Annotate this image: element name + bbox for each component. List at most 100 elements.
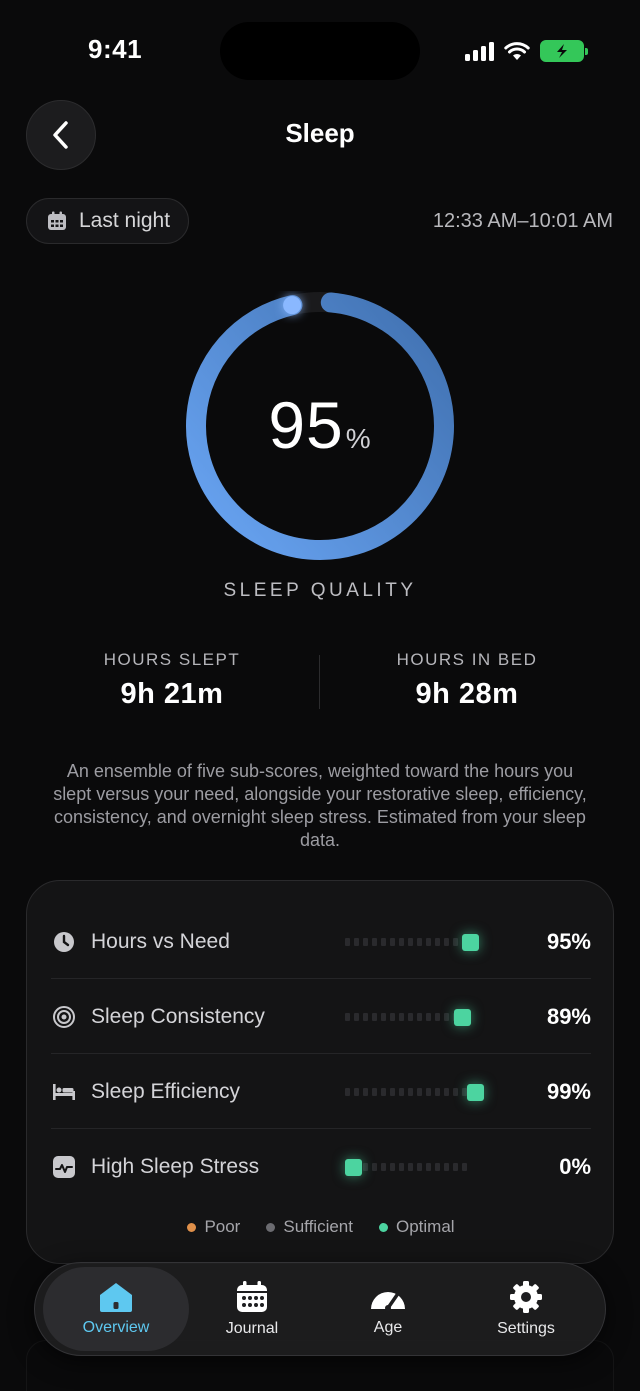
stat-value: 9h 28m — [415, 678, 519, 710]
ring-end-knob — [283, 296, 302, 315]
metric-track — [345, 1083, 485, 1101]
tab-label: Age — [373, 1319, 403, 1336]
track-segment — [444, 1087, 449, 1096]
tab-journal[interactable]: Journal — [179, 1267, 325, 1351]
metric-row-hours-vs-need[interactable]: Hours vs Need 95% — [51, 905, 591, 979]
track-segment — [354, 937, 359, 946]
dynamic-island — [220, 22, 420, 80]
legend-item-optimal: Optimal — [378, 1217, 455, 1237]
track-segment — [453, 1163, 458, 1171]
page-title: Sleep — [285, 118, 355, 148]
metric-row-sleep-efficiency[interactable]: Sleep Efficiency 99% — [51, 1055, 591, 1129]
wifi-icon — [504, 42, 530, 60]
track-segment — [444, 937, 449, 946]
tab-overview[interactable]: Overview — [43, 1267, 189, 1351]
metric-track — [345, 1008, 485, 1026]
metric-value: 0% — [559, 1154, 591, 1179]
legend-item-poor: Poor — [187, 1217, 240, 1237]
quality-number: 95 — [268, 388, 344, 462]
date-selector-button[interactable]: Last night — [26, 198, 190, 244]
track-segment — [444, 1012, 449, 1021]
track-segment — [426, 1163, 431, 1171]
metric-value: 95% — [546, 928, 591, 954]
track-segment — [390, 1087, 395, 1096]
track-segment — [435, 937, 440, 946]
metric-row-high-sleep-stress[interactable]: High Sleep Stress 0% — [51, 1130, 591, 1204]
track-segment — [363, 937, 368, 946]
legend-item-sufficient: Sufficient — [266, 1217, 353, 1237]
legend-label: Poor — [204, 1217, 241, 1236]
track-segment — [363, 1012, 368, 1021]
calendar-icon — [237, 1281, 267, 1312]
track-segment — [381, 1012, 386, 1021]
metric-track — [345, 933, 485, 951]
metric-label: Hours vs Need — [91, 929, 230, 953]
track-segment — [381, 1087, 386, 1096]
legend-dot — [378, 1222, 388, 1232]
stat-divider — [319, 655, 320, 709]
track-segment — [426, 937, 431, 946]
legend-label: Optimal — [395, 1217, 455, 1236]
metric-marker — [345, 1159, 362, 1176]
track-segment — [390, 1012, 395, 1021]
track-segment — [399, 1087, 404, 1096]
track-segment — [372, 1163, 377, 1171]
date-chip-label: Last night — [79, 209, 171, 232]
track-segment — [390, 937, 395, 946]
track-segment — [408, 1087, 413, 1096]
tab-age[interactable]: Age — [315, 1267, 461, 1351]
metric-row-sleep-consistency[interactable]: Sleep Consistency 89% — [51, 980, 591, 1054]
track-segment — [345, 937, 350, 946]
stat-value: 9h 21m — [120, 678, 224, 710]
bed-icon — [51, 1079, 77, 1105]
quality-unit: % — [345, 423, 372, 454]
stat-hours-slept: HOURS SLEPT 9h 21m — [62, 650, 282, 711]
track-segment — [372, 937, 377, 946]
sub-scores-card: Hours vs Need 95% Sleep Consistency 89% … — [26, 880, 614, 1264]
track-segment — [354, 1087, 359, 1096]
target-icon — [51, 1004, 77, 1030]
tab-settings[interactable]: Settings — [453, 1267, 599, 1351]
cellular-signal-icon — [465, 41, 494, 61]
metric-marker — [466, 1083, 484, 1101]
track-segment — [426, 1087, 431, 1096]
tab-bar: Overview Journal Age Settings — [34, 1262, 606, 1356]
tab-label: Journal — [225, 1320, 279, 1337]
calendar-icon — [48, 211, 66, 230]
legend-dot — [266, 1222, 276, 1232]
legend-label: Sufficient — [283, 1217, 353, 1236]
home-icon — [100, 1283, 132, 1312]
track-segment — [354, 1012, 359, 1021]
track-segment — [435, 1087, 440, 1096]
track-segment — [462, 1163, 467, 1171]
track-segment — [363, 1087, 368, 1096]
time-range: 12:33 AM–10:01 AM — [432, 210, 613, 232]
metric-track — [345, 1159, 485, 1176]
metric-marker — [454, 1008, 472, 1026]
stat-label: HOURS IN BED — [396, 650, 538, 669]
legend-dot — [187, 1222, 197, 1232]
track-segment — [408, 1163, 413, 1171]
metric-label: High Sleep Stress — [91, 1155, 260, 1178]
gauge-icon — [371, 1292, 405, 1311]
pulse-icon — [51, 1154, 77, 1180]
tab-label: Overview — [82, 1319, 150, 1336]
clock-icon — [51, 929, 77, 955]
battery-icon — [540, 40, 588, 62]
track-segment — [363, 1163, 368, 1171]
track-segment — [399, 1163, 404, 1171]
tab-label: Settings — [497, 1320, 555, 1337]
track-segment — [444, 1163, 449, 1171]
track-segment — [408, 937, 413, 946]
stat-label: HOURS SLEPT — [103, 650, 241, 669]
track-segment — [399, 1012, 404, 1021]
track-segment — [426, 1012, 431, 1021]
metric-label: Sleep Consistency — [91, 1004, 265, 1028]
track-segment — [381, 1163, 386, 1171]
track-segment — [417, 1163, 422, 1171]
status-bar: 9:41 — [0, 0, 640, 100]
quality-value: 95% — [185, 387, 455, 463]
track-segment — [417, 1087, 422, 1096]
track-segment — [381, 937, 386, 946]
metric-marker — [461, 933, 479, 951]
